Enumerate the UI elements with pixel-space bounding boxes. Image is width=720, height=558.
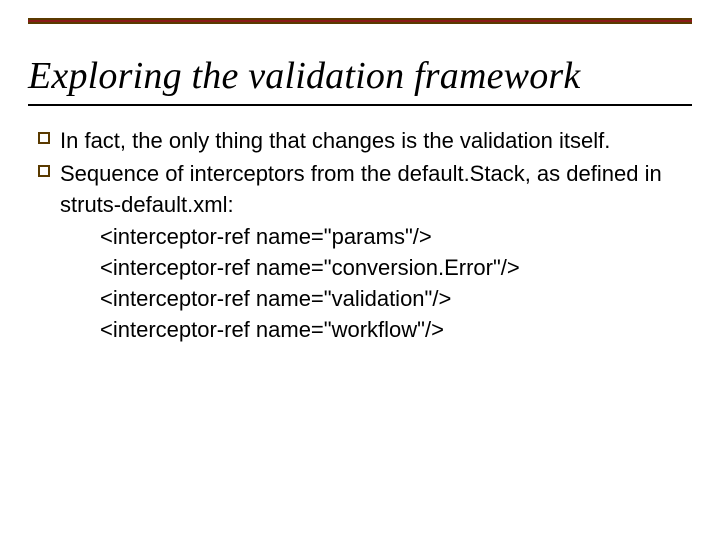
code-line: <interceptor-ref name="params"/> — [100, 222, 672, 253]
square-bullet-icon — [38, 165, 50, 177]
bullet-item: Sequence of interceptors from the defaul… — [60, 159, 672, 221]
square-bullet-icon — [38, 132, 50, 144]
code-line: <interceptor-ref name="conversion.Error"… — [100, 253, 672, 284]
bullet-text: Sequence of interceptors from the defaul… — [60, 161, 662, 217]
bullet-item: In fact, the only thing that changes is … — [60, 126, 672, 157]
top-decorative-rule — [28, 18, 692, 24]
slide-title: Exploring the validation framework — [28, 54, 692, 98]
code-block: <interceptor-ref name="params"/> <interc… — [100, 222, 672, 345]
code-line: <interceptor-ref name="workflow"/> — [100, 315, 672, 346]
code-line: <interceptor-ref name="validation"/> — [100, 284, 672, 315]
bullet-text: In fact, the only thing that changes is … — [60, 128, 610, 153]
title-underline — [28, 104, 692, 106]
slide-body: In fact, the only thing that changes is … — [60, 126, 672, 346]
